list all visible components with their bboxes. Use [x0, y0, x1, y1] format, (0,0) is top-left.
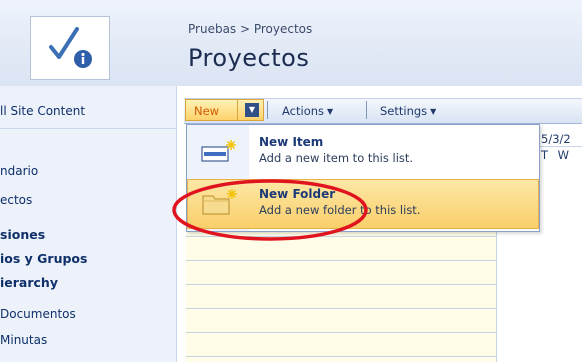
page-title: Proyectos [188, 44, 310, 72]
new-item-icon [201, 140, 236, 162]
settings-label[interactable]: Settings [380, 104, 427, 118]
menu-item-description: Add a new item to this list. [259, 151, 414, 165]
list-row-divider [186, 284, 497, 285]
nav-all-site-content[interactable]: ll Site Content [0, 104, 85, 118]
menu-item-title[interactable]: New Item [259, 135, 323, 149]
nav-item-proyectos[interactable]: ectos [0, 193, 32, 207]
annotation-highlight-ellipse [172, 179, 368, 241]
toolbar-separator [267, 101, 268, 119]
nav-item-calendario[interactable]: ndario [0, 164, 38, 178]
list-row-divider [186, 260, 497, 261]
calendar-date: 5/3/2 [541, 132, 571, 146]
nav-divider [0, 128, 176, 129]
list-row-divider [186, 332, 497, 333]
chevron-down-icon: ▼ [327, 107, 334, 116]
chevron-down-icon: ▼ [430, 107, 437, 116]
actions-label[interactable]: Actions [282, 104, 324, 118]
nav-item-minutas[interactable]: Minutas [0, 333, 47, 347]
chevron-down-icon[interactable]: ▼ [245, 103, 259, 117]
new-button-divider [237, 100, 238, 120]
checkmark-info-icon [49, 27, 92, 68]
nav-item-usuarios-y-grupos[interactable]: ios y Grupos [0, 251, 87, 266]
breadcrumb[interactable]: Pruebas > Proyectos [188, 22, 312, 36]
settings-menu-button[interactable]: Settings ▼ [380, 104, 436, 118]
nav-item-hierarchy[interactable]: ierarchy [0, 275, 58, 290]
site-logo[interactable] [30, 16, 110, 80]
nav-item-documentos[interactable]: Documentos [0, 307, 76, 321]
menu-item-new-item[interactable]: New Item Add a new item to this list. [187, 127, 539, 177]
list-row-divider [186, 356, 497, 357]
nav-item-discusiones[interactable]: siones [0, 227, 45, 242]
toolbar-separator [366, 101, 367, 119]
calendar-weekdays: T W [541, 148, 573, 162]
new-button-label[interactable]: New [194, 104, 219, 118]
page-header: Pruebas > Proyectos Proyectos [0, 0, 582, 86]
actions-menu-button[interactable]: Actions ▼ [282, 104, 333, 118]
list-row-divider [186, 308, 497, 309]
